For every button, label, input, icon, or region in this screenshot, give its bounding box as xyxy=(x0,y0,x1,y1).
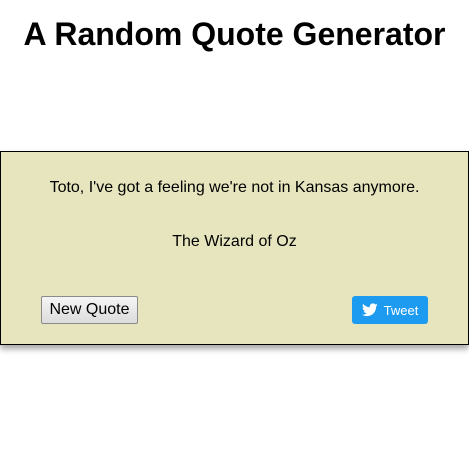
twitter-bird-icon xyxy=(361,303,378,317)
quote-author: The Wizard of Oz xyxy=(172,233,297,250)
quote-text: Toto, I've got a feeling we're not in Ka… xyxy=(49,179,420,196)
quote-card: Toto, I've got a feeling we're not in Ka… xyxy=(0,151,469,345)
page-title: A Random Quote Generator xyxy=(23,16,446,52)
new-quote-button[interactable]: New Quote xyxy=(41,296,138,324)
tweet-button[interactable]: Tweet xyxy=(352,296,428,324)
tweet-label: Tweet xyxy=(383,302,419,318)
page: A Random Quote Generator Toto, I've got … xyxy=(0,0,469,468)
